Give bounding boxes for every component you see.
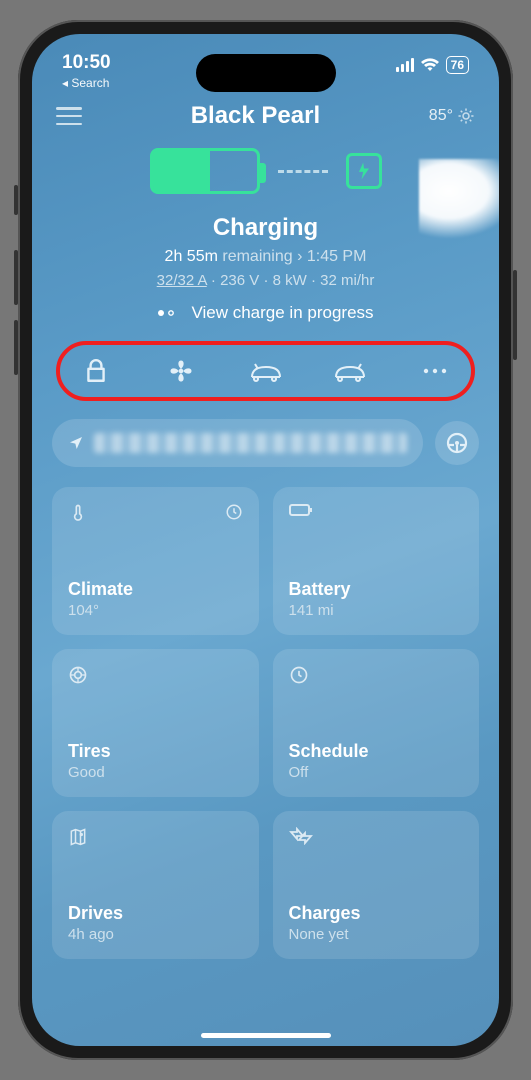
card-label: Drives bbox=[68, 903, 243, 924]
card-label: Charges bbox=[289, 903, 464, 924]
menu-button[interactable] bbox=[56, 107, 82, 125]
voltage: 236 V bbox=[220, 272, 259, 289]
side-button bbox=[14, 185, 18, 215]
home-indicator[interactable] bbox=[201, 1033, 331, 1038]
card-value: None yet bbox=[289, 926, 464, 943]
battery-icon bbox=[289, 503, 313, 517]
charge-cable-icon bbox=[278, 170, 328, 173]
phone-frame: 10:50 ◂ Search 76 Black Pearl 85° bbox=[18, 20, 513, 1060]
view-charge-progress[interactable]: View charge in progress bbox=[32, 303, 499, 323]
driving-mode-button[interactable] bbox=[435, 421, 479, 465]
tires-card[interactable]: Tires Good bbox=[52, 649, 259, 797]
climate-fan-button[interactable] bbox=[163, 353, 199, 389]
sun-icon bbox=[457, 107, 475, 125]
weather-temp: 85° bbox=[429, 107, 453, 125]
clock: 10:50 bbox=[62, 52, 111, 74]
quick-actions-row bbox=[56, 341, 475, 401]
trunk-button[interactable] bbox=[332, 353, 368, 389]
more-actions-button[interactable] bbox=[417, 353, 453, 389]
battery-percent: 76 bbox=[446, 56, 469, 74]
battery-status-icon: 76 bbox=[446, 56, 469, 74]
vehicle-name: Black Pearl bbox=[191, 102, 320, 130]
amperage[interactable]: 32/32 A bbox=[157, 272, 207, 289]
clock-icon bbox=[289, 665, 309, 685]
lock-button[interactable] bbox=[78, 353, 114, 389]
card-label: Battery bbox=[289, 579, 464, 600]
card-value: Good bbox=[68, 764, 243, 781]
back-to-search[interactable]: ◂ Search bbox=[62, 76, 109, 90]
dashboard-grid: Climate 104° Battery 141 mi Tires Good Sche… bbox=[52, 487, 479, 959]
charging-bolt-icon bbox=[289, 827, 313, 845]
card-value: 104° bbox=[68, 602, 243, 619]
card-label: Climate bbox=[68, 579, 243, 600]
location-arrow-icon bbox=[68, 435, 84, 451]
eta-time: 1:45 PM bbox=[307, 248, 367, 265]
weather-widget[interactable]: 85° bbox=[429, 107, 475, 125]
pager-dots-icon bbox=[157, 309, 179, 317]
card-value: 4h ago bbox=[68, 926, 243, 943]
battery-level-icon bbox=[150, 148, 260, 194]
card-label: Schedule bbox=[289, 741, 464, 762]
location-row bbox=[52, 419, 479, 467]
charger-icon bbox=[346, 153, 382, 189]
thermometer-icon bbox=[68, 503, 88, 523]
clock-icon bbox=[225, 503, 243, 523]
volume-down-button bbox=[14, 320, 18, 375]
view-progress-label: View charge in progress bbox=[191, 303, 373, 323]
power-button bbox=[513, 270, 517, 360]
app-header: Black Pearl 85° bbox=[32, 84, 499, 138]
charge-rate: 32 mi/hr bbox=[320, 272, 374, 289]
tire-icon bbox=[68, 665, 88, 685]
battery-card[interactable]: Battery 141 mi bbox=[273, 487, 480, 635]
cellular-icon bbox=[396, 58, 414, 72]
card-value: 141 mi bbox=[289, 602, 464, 619]
map-pin-icon bbox=[68, 827, 88, 847]
power: 8 kW bbox=[273, 272, 307, 289]
cloud-graphic bbox=[419, 159, 499, 239]
drives-card[interactable]: Drives 4h ago bbox=[52, 811, 259, 959]
card-value: Off bbox=[289, 764, 464, 781]
climate-card[interactable]: Climate 104° bbox=[52, 487, 259, 635]
charging-eta-row: 2h 55m remaining › 1:45 PM bbox=[32, 248, 499, 266]
charging-stats-row: 32/32 A · 236 V · 8 kW · 32 mi/hr bbox=[32, 272, 499, 289]
location-text-redacted bbox=[94, 433, 407, 453]
card-label: Tires bbox=[68, 741, 243, 762]
screen: 10:50 ◂ Search 76 Black Pearl 85° bbox=[32, 34, 499, 1046]
wifi-icon bbox=[420, 58, 440, 72]
frunk-button[interactable] bbox=[248, 353, 284, 389]
volume-up-button bbox=[14, 250, 18, 305]
location-search[interactable] bbox=[52, 419, 423, 467]
time-remaining: 2h 55m bbox=[165, 248, 218, 265]
charges-card[interactable]: Charges None yet bbox=[273, 811, 480, 959]
schedule-card[interactable]: Schedule Off bbox=[273, 649, 480, 797]
dynamic-island bbox=[196, 54, 336, 92]
